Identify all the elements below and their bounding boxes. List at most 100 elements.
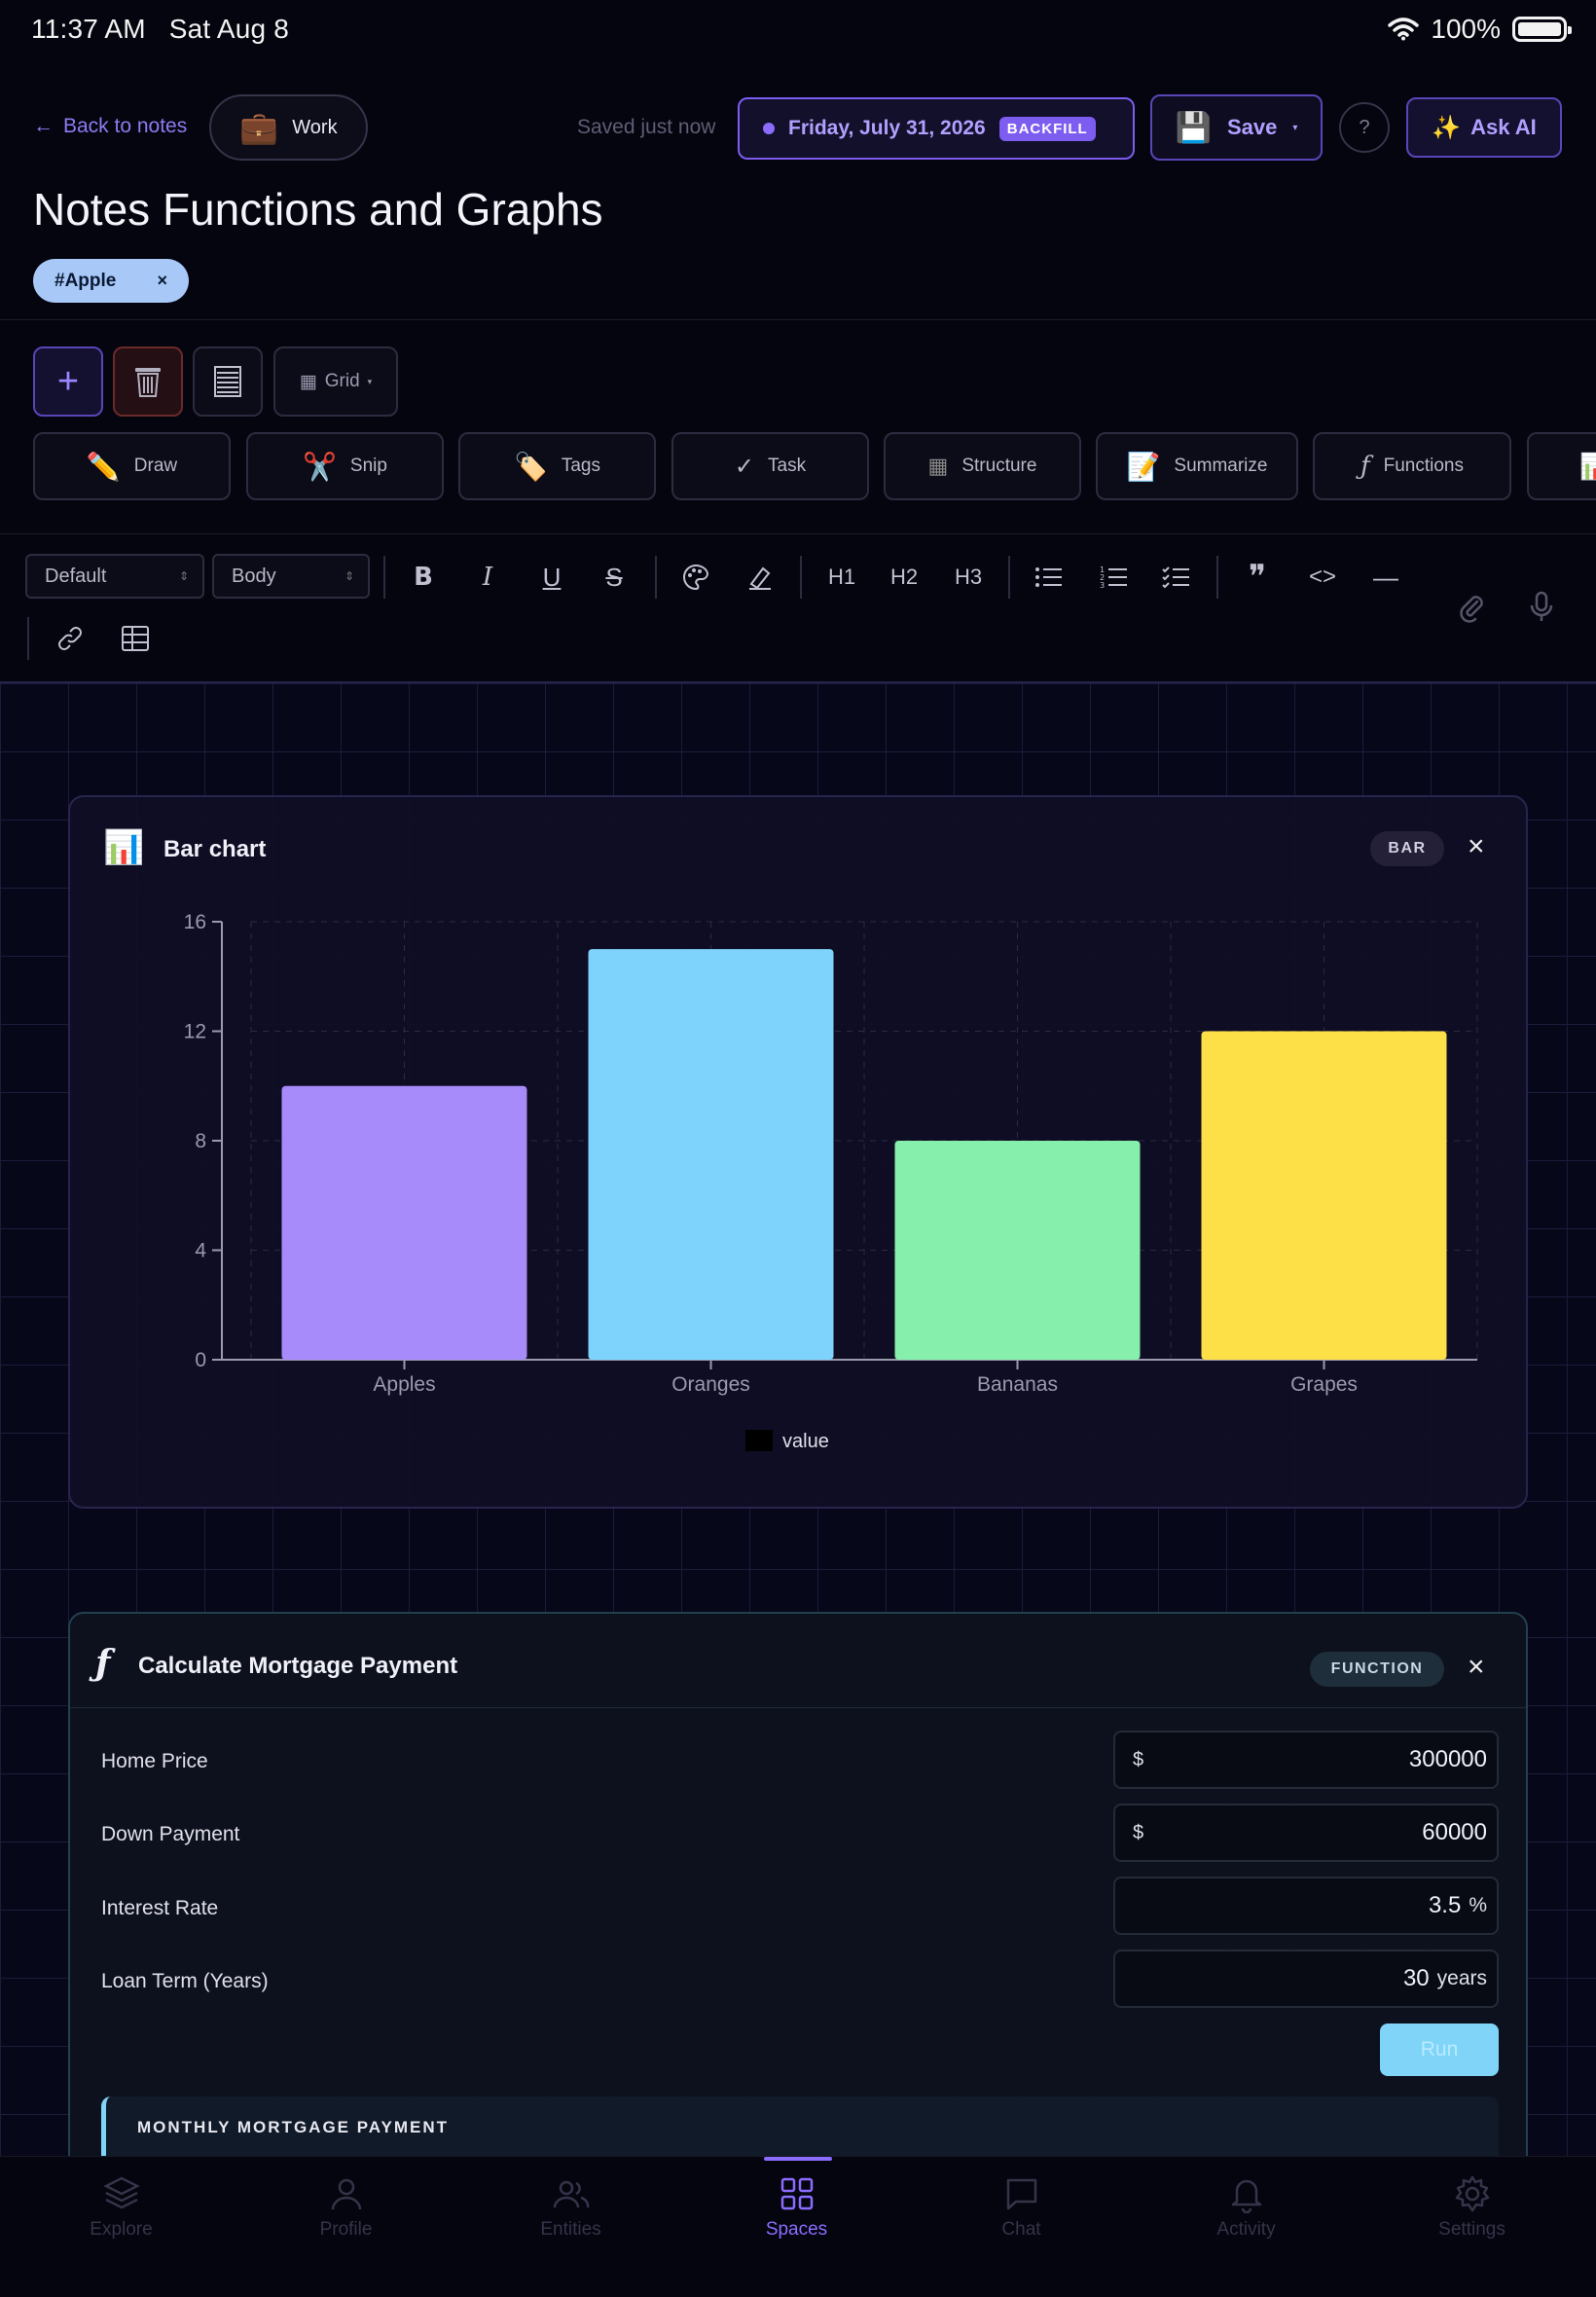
paperclip-icon xyxy=(1460,596,1483,623)
home-price-value: 300000 xyxy=(1408,1746,1487,1772)
divider-button[interactable]: — xyxy=(1362,558,1409,597)
italic-button[interactable]: I xyxy=(464,558,511,597)
underline-button[interactable]: U xyxy=(528,558,575,597)
bar-chart-svg: 0 4 8 12 16 Apples Oranges Bananas Grapes value xyxy=(184,911,1478,1452)
legend-swatch xyxy=(745,1430,773,1451)
function-icon: ƒ xyxy=(1360,452,1370,481)
tab-explore[interactable]: Explore xyxy=(9,2174,234,2241)
date-label: Friday, July 31, 2026 xyxy=(788,117,986,139)
bar-chart-card[interactable]: 📊 Bar chart BAR × 0 4 8 12 16 Apples Oranges Ba… xyxy=(68,795,1528,1509)
tab-label: Settings xyxy=(1438,2219,1505,2240)
heading3-button[interactable]: H3 xyxy=(945,558,992,597)
bold-icon: B xyxy=(414,563,433,592)
color-button[interactable] xyxy=(672,558,719,597)
code-button[interactable]: <> xyxy=(1299,558,1346,597)
microphone-button[interactable] xyxy=(1518,588,1565,627)
attach-button[interactable] xyxy=(1448,588,1495,627)
remove-tag-icon[interactable]: × xyxy=(157,271,167,291)
interest-rate-input[interactable]: 3.5 % xyxy=(1113,1877,1499,1935)
help-button[interactable]: ? xyxy=(1339,102,1390,153)
lines-button[interactable] xyxy=(193,346,263,417)
currency-prefix: $ xyxy=(1133,1748,1144,1770)
y-tick-label: 0 xyxy=(195,1349,206,1371)
font-select[interactable]: Default ⇕ xyxy=(25,554,204,599)
run-button[interactable]: Run xyxy=(1380,2024,1499,2076)
down-payment-input[interactable]: $ 60000 xyxy=(1113,1804,1499,1862)
tab-spaces[interactable]: Spaces xyxy=(684,2174,909,2241)
structure-button[interactable]: ▦ Structure xyxy=(884,432,1081,500)
back-to-notes-link[interactable]: ← Back to notes xyxy=(33,115,187,138)
bar-apples xyxy=(281,1085,527,1360)
loan-term-label: Loan Term (Years) xyxy=(101,1970,269,1992)
loan-term-input[interactable]: 30 years xyxy=(1113,1950,1499,2008)
bell-icon xyxy=(1231,2179,1261,2213)
memo-icon: 📝 xyxy=(1126,451,1161,482)
functions-button[interactable]: ƒ Functions xyxy=(1313,432,1511,500)
underline-icon: U xyxy=(542,562,562,592)
plus-icon: + xyxy=(56,360,80,402)
add-button[interactable]: + xyxy=(33,346,103,417)
tab-entities[interactable]: Entities xyxy=(458,2174,683,2241)
tab-activity[interactable]: Activity xyxy=(1134,2174,1359,2241)
back-label: Back to notes xyxy=(63,115,188,137)
palette-icon xyxy=(683,564,709,591)
tab-settings[interactable]: Settings xyxy=(1360,2174,1584,2241)
arrow-left-icon: ← xyxy=(33,115,54,137)
grid-dropdown[interactable]: ▦ Grid ▾ xyxy=(273,346,398,417)
italic-icon: I xyxy=(482,563,493,592)
close-function-icon[interactable]: × xyxy=(1468,1651,1485,1684)
table-icon xyxy=(122,626,149,651)
home-price-label: Home Price xyxy=(101,1750,208,1772)
tab-label: Activity xyxy=(1216,2219,1276,2240)
heading1-button[interactable]: H1 xyxy=(818,558,865,597)
pencil-icon: ✏️ xyxy=(86,451,121,482)
grid-icon xyxy=(780,2177,813,2210)
style-select-value: Body xyxy=(232,565,276,587)
ask-ai-button[interactable]: ✨ Ask AI xyxy=(1406,97,1562,158)
save-button[interactable]: 💾 Save ▾ xyxy=(1150,94,1323,161)
link-button[interactable] xyxy=(47,619,93,658)
tag-label: #Apple xyxy=(54,270,117,291)
bold-button[interactable]: B xyxy=(400,558,447,597)
summarize-button[interactable]: 📝 Summarize xyxy=(1096,432,1298,500)
caret-down-icon: ▾ xyxy=(367,376,373,386)
table-button[interactable] xyxy=(112,619,159,658)
interest-rate-label: Interest Rate xyxy=(101,1897,219,1919)
strikethrough-button[interactable]: S xyxy=(591,558,637,597)
bullet-list-button[interactable] xyxy=(1026,558,1072,597)
numbered-list-button[interactable]: 1 2 3 xyxy=(1091,558,1138,597)
heading2-button[interactable]: H2 xyxy=(881,558,927,597)
tag-chip[interactable]: #Apple × xyxy=(33,259,189,303)
chart-icon: 📊 xyxy=(1579,451,1596,481)
active-tab-indicator xyxy=(764,2157,832,2161)
snip-button[interactable]: ✂️ Snip xyxy=(246,432,444,500)
home-price-input[interactable]: $ 300000 xyxy=(1113,1731,1499,1789)
workspace-button[interactable]: 💼 Work xyxy=(209,94,368,161)
delete-button[interactable] xyxy=(113,346,183,417)
tab-chat[interactable]: Chat xyxy=(909,2174,1134,2241)
draw-label: Draw xyxy=(133,456,178,476)
more-action-button[interactable]: 📊 xyxy=(1527,432,1596,500)
note-canvas[interactable]: 📊 Bar chart BAR × 0 4 8 12 16 Apples Oranges Ba… xyxy=(0,681,1596,2156)
result-panel: MONTHLY MORTGAGE PAYMENT xyxy=(101,2096,1499,2156)
tab-profile[interactable]: Profile xyxy=(234,2174,458,2241)
draw-button[interactable]: ✏️ Draw xyxy=(33,432,231,500)
tags-button[interactable]: 🏷️ Tags xyxy=(458,432,656,500)
y-tick-label: 8 xyxy=(195,1130,206,1152)
checklist-button[interactable] xyxy=(1153,558,1200,597)
task-button[interactable]: ✓ Task xyxy=(671,432,869,500)
bar-oranges xyxy=(588,949,834,1360)
summarize-label: Summarize xyxy=(1174,456,1268,476)
function-card[interactable]: ƒ Calculate Mortgage Payment FUNCTION × … xyxy=(68,1612,1528,2156)
x-tick-label: Bananas xyxy=(977,1373,1058,1396)
format-separator xyxy=(800,556,802,599)
style-select[interactable]: Body ⇕ xyxy=(212,554,370,599)
saved-status: Saved just now xyxy=(577,116,716,138)
date-button[interactable]: Friday, July 31, 2026 BACKFILL xyxy=(738,97,1135,160)
floppy-icon: 💾 xyxy=(1175,111,1212,144)
highlight-button[interactable] xyxy=(737,558,783,597)
save-label: Save xyxy=(1226,115,1278,139)
chat-icon xyxy=(1006,2178,1036,2210)
quote-button[interactable]: ❞ xyxy=(1234,558,1281,597)
y-tick-label: 12 xyxy=(184,1021,206,1043)
